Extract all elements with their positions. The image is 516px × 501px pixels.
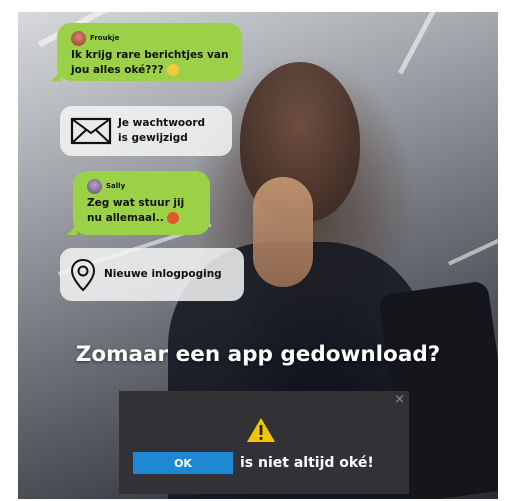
notification-password-changed: Je wachtwoord is gewijzigd [60, 106, 232, 156]
chat-sender: Froukje [90, 34, 120, 42]
close-icon[interactable]: × [394, 392, 405, 407]
envelope-icon [70, 117, 112, 145]
warning-icon [247, 418, 275, 442]
headline: Zomaar een app gedownload? [75, 342, 441, 367]
chat-message: Ik krijg rare berichtjes van jou alles o… [71, 49, 229, 76]
chat-bubble-froukje: Froukje Ik krijg rare berichtjes van jou… [51, 23, 242, 81]
angry-emoji-icon [166, 212, 179, 224]
ok-button[interactable]: OK [133, 452, 233, 474]
warning-dialog: × OK is niet altijd oké! [119, 391, 409, 494]
person-hand [253, 177, 313, 287]
chat-sender: Sally [106, 182, 126, 190]
notification-text: Nieuwe inlogpoging [104, 268, 222, 280]
notification-text: Je wachtwoord is gewijzigd [118, 117, 206, 144]
chat-bubble-sally: Sally Zeg wat stuur jij nu allemaal.. [67, 171, 210, 235]
dialog-message: is niet altijd oké! [240, 455, 374, 471]
ceiling-light [398, 12, 459, 75]
avatar-icon [71, 31, 86, 46]
ceiling-light [448, 232, 498, 266]
notification-new-login: Nieuwe inlogpoging [60, 248, 244, 301]
avatar-icon [87, 179, 102, 194]
shocked-emoji-icon [166, 64, 179, 76]
location-pin-icon [70, 258, 96, 291]
